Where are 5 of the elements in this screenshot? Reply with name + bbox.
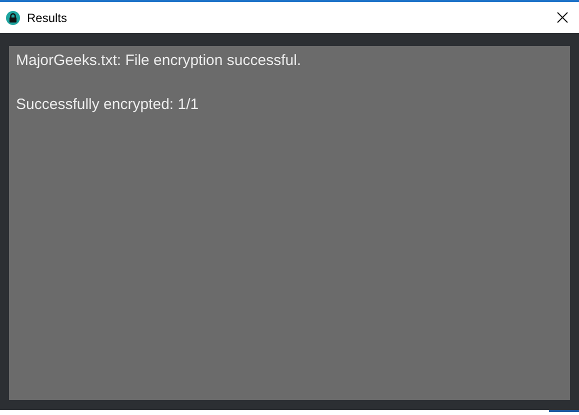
result-message: MajorGeeks.txt: File encryption successful.	[16, 51, 302, 71]
result-message: Successfully encrypted: 1/1	[16, 95, 199, 115]
close-icon	[556, 12, 568, 23]
window-title: Results	[27, 10, 68, 26]
padlock-icon	[6, 10, 20, 24]
